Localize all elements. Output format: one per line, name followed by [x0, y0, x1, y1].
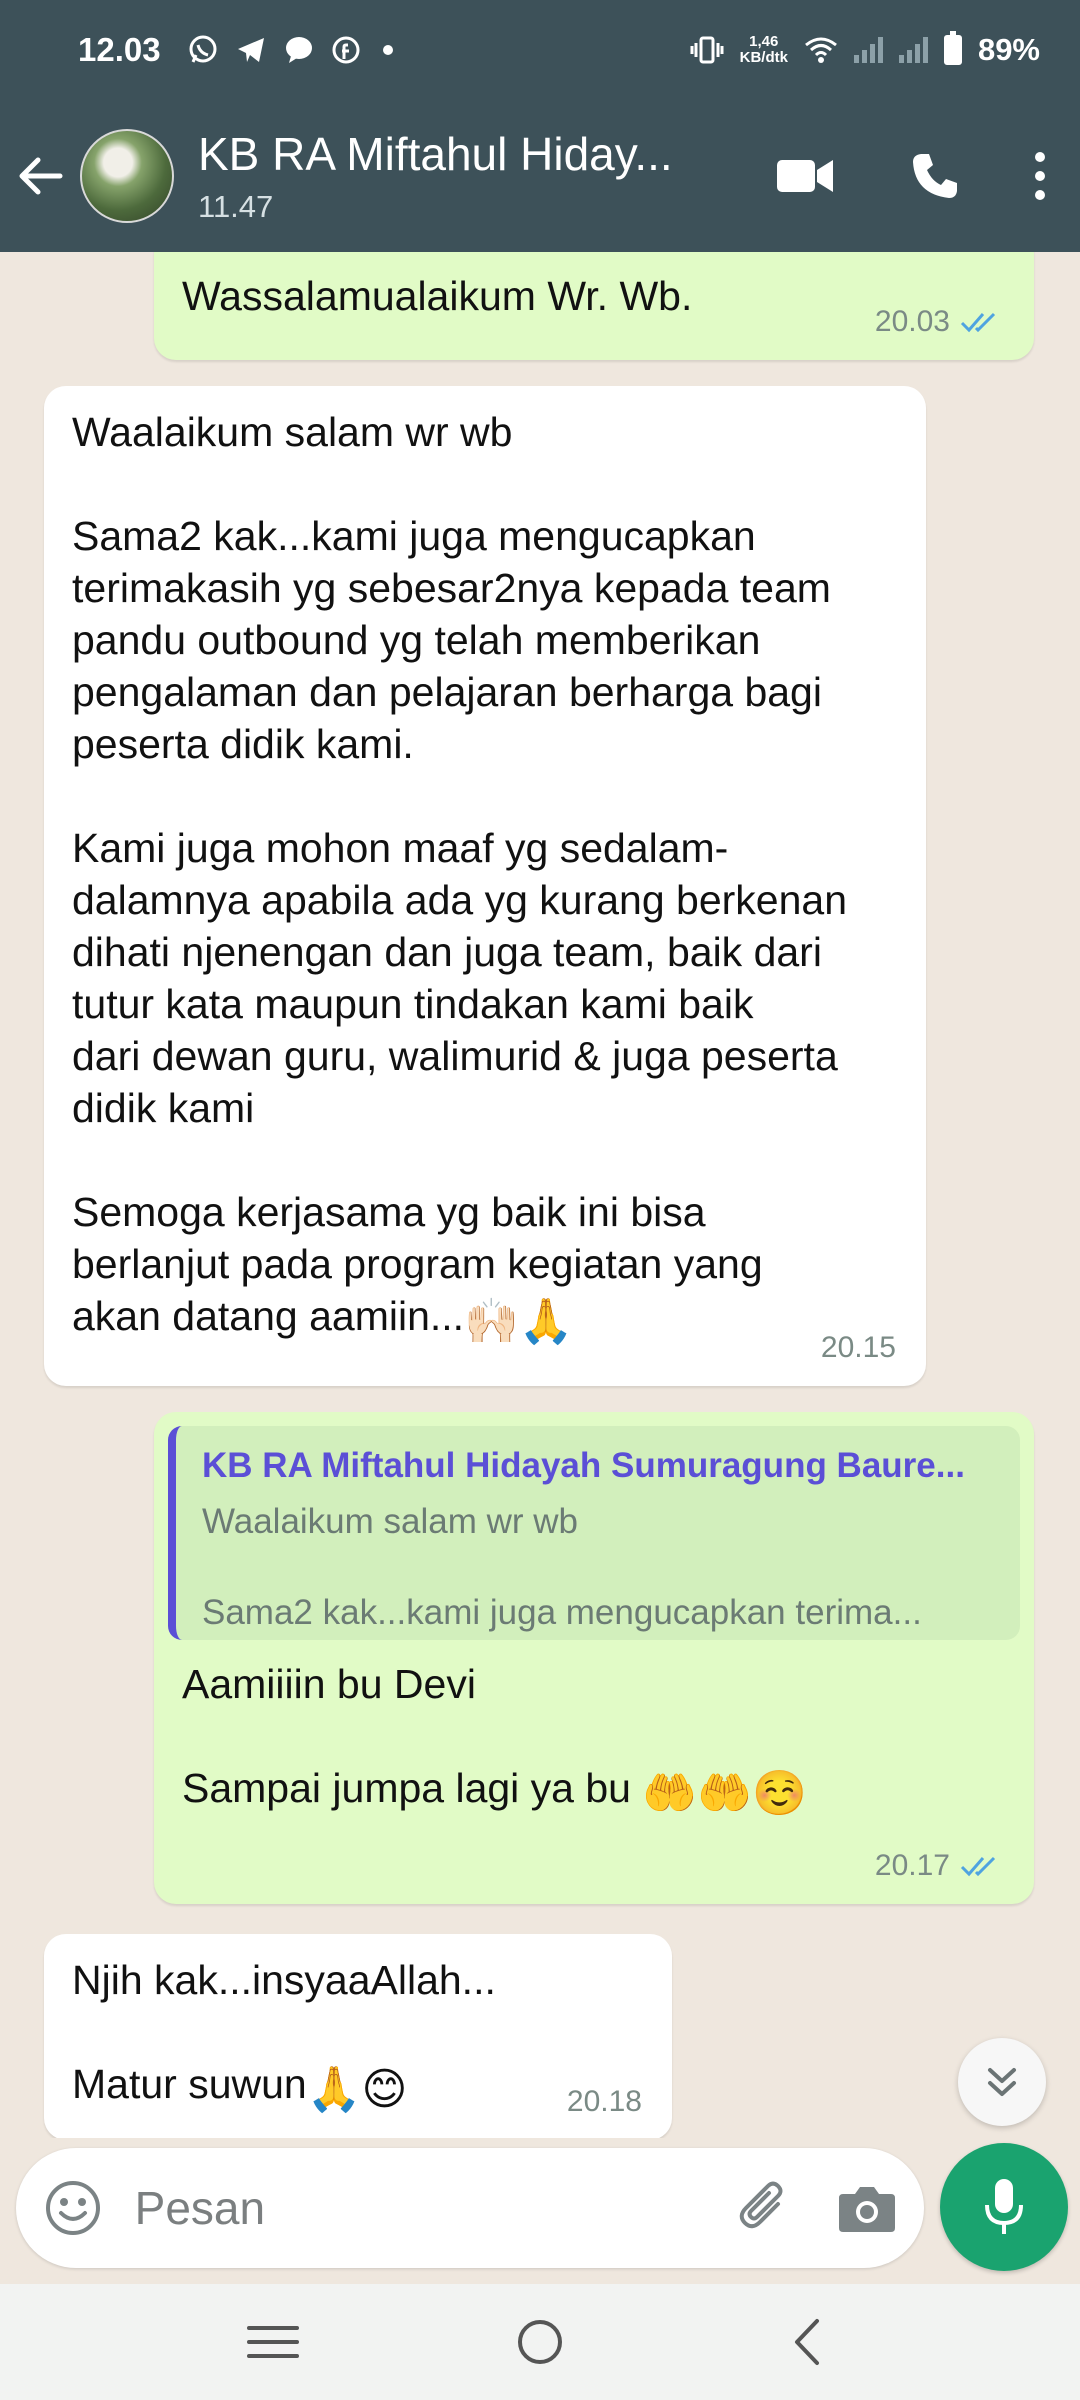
message-meta: 20.15: [821, 1322, 896, 1374]
outgoing-reply-message[interactable]: KB RA Miftahul Hidayah Sumuragung Baure.…: [154, 1412, 1034, 1904]
recent-apps-button[interactable]: [213, 2292, 333, 2392]
status-time: 12.03: [78, 31, 161, 68]
message-text: Wassalamualaikum Wr. Wb.: [182, 273, 693, 319]
video-call-icon: [777, 160, 833, 192]
message-composer: [16, 2148, 924, 2268]
message-emoji: 🙌🏻🙏: [464, 1297, 574, 1346]
message-time: 20.15: [820, 1331, 896, 1364]
system-navigation-bar: [0, 2284, 1080, 2400]
message-input[interactable]: [134, 2181, 733, 2235]
chevron-double-down-icon: [988, 2068, 1016, 2096]
quoted-text-line: Waalaikum salam wr wb: [202, 1502, 579, 1541]
emoji-icon: [46, 2181, 101, 2235]
video-call-button[interactable]: [740, 116, 870, 236]
chat-subtitle: 11.47: [198, 189, 274, 224]
chat-title: KB RA Miftahul Hiday...: [198, 128, 673, 180]
message-time: 20.17: [874, 1849, 950, 1882]
chevron-left-icon: [794, 2319, 819, 2365]
more-notifications-dot: [382, 45, 393, 55]
microphone-icon: [985, 2179, 1023, 2234]
back-button[interactable]: [0, 100, 80, 252]
telegram-icon: [237, 38, 264, 62]
quoted-text-line: Sama2 kak...kami juga mengucapkan terima…: [202, 1593, 922, 1632]
signal-strength-1-icon: [853, 37, 883, 63]
message-emoji: 🙏😊: [306, 2065, 408, 2114]
whatsapp-icon: [189, 35, 217, 63]
voice-message-button[interactable]: [940, 2143, 1068, 2271]
phone-icon: [913, 154, 957, 198]
battery-icon: [943, 31, 962, 65]
network-speed-unit: KB/dtk: [739, 49, 788, 66]
message-emoji: 🤲🤲☺️: [642, 1769, 807, 1818]
vibrate-icon: [690, 36, 724, 64]
network-speed: 1,46 KB/dtk: [740, 34, 788, 66]
double-check-read-icon: [960, 312, 996, 333]
more-vert-icon: [1035, 152, 1045, 200]
quoted-message[interactable]: KB RA Miftahul Hidayah Sumuragung Baure.…: [168, 1426, 1020, 1640]
home-circle-icon: [517, 2320, 562, 2364]
facebook-icon: [332, 36, 360, 64]
message-meta: 20.03: [875, 296, 1004, 348]
system-indicators: 1,46 KB/dtk 89%: [690, 31, 1040, 68]
outgoing-message[interactable]: Wassalamualaikum Wr. Wb. 20.03: [154, 252, 1034, 360]
arrow-left-icon: [19, 157, 63, 195]
message-text: Waalaikum salam wr wb Sama2 kak...kami j…: [72, 409, 847, 1339]
notification-icons: [187, 34, 393, 66]
incoming-message[interactable]: Waalaikum salam wr wb Sama2 kak...kami j…: [44, 386, 926, 1386]
recent-apps-icon: [247, 2326, 300, 2358]
message-meta: 20.18: [567, 2076, 642, 2128]
message-list[interactable]: Wassalamualaikum Wr. Wb. 20.03 Waalaikum…: [0, 252, 1080, 2138]
scroll-to-bottom-button[interactable]: [958, 2038, 1046, 2126]
paperclip-icon: [739, 2181, 783, 2229]
message-text: Njih kak...insyaaAllah... Matur suwun: [72, 1957, 496, 2107]
status-bar: 12.03 1,46 KB/dtk 89%: [0, 0, 1080, 100]
quoted-author: KB RA Miftahul Hidayah Sumuragung Baure.…: [202, 1446, 965, 1485]
wifi-icon: [805, 37, 837, 63]
home-button[interactable]: [480, 2292, 600, 2392]
contact-avatar[interactable]: [80, 129, 174, 223]
voice-call-button[interactable]: [870, 116, 1000, 236]
message-time: 20.03: [874, 305, 950, 338]
attach-button[interactable]: [733, 2173, 796, 2243]
chat-bubble-icon: [285, 37, 312, 63]
message-text: Aamiiiin bu Devi Sampai jumpa lagi ya bu: [182, 1661, 631, 1811]
back-nav-button[interactable]: [747, 2292, 867, 2392]
message-meta: 20.17: [875, 1840, 1004, 1892]
more-options-button[interactable]: [1000, 116, 1080, 236]
signal-strength-2-icon: [898, 37, 928, 63]
contact-info[interactable]: KB RA Miftahul Hiday... 11.47: [198, 127, 734, 225]
camera-icon: [838, 2187, 895, 2232]
camera-button[interactable]: [835, 2173, 898, 2243]
message-time: 20.18: [566, 2085, 642, 2118]
battery-percent: 89%: [977, 32, 1040, 67]
incoming-message[interactable]: Njih kak...insyaaAllah... Matur suwun🙏😊 …: [44, 1934, 672, 2138]
chat-header: KB RA Miftahul Hiday... 11.47: [0, 100, 1080, 252]
emoji-button[interactable]: [42, 2173, 105, 2243]
network-speed-value: 1,46: [749, 33, 779, 50]
double-check-read-icon: [960, 1856, 996, 1877]
